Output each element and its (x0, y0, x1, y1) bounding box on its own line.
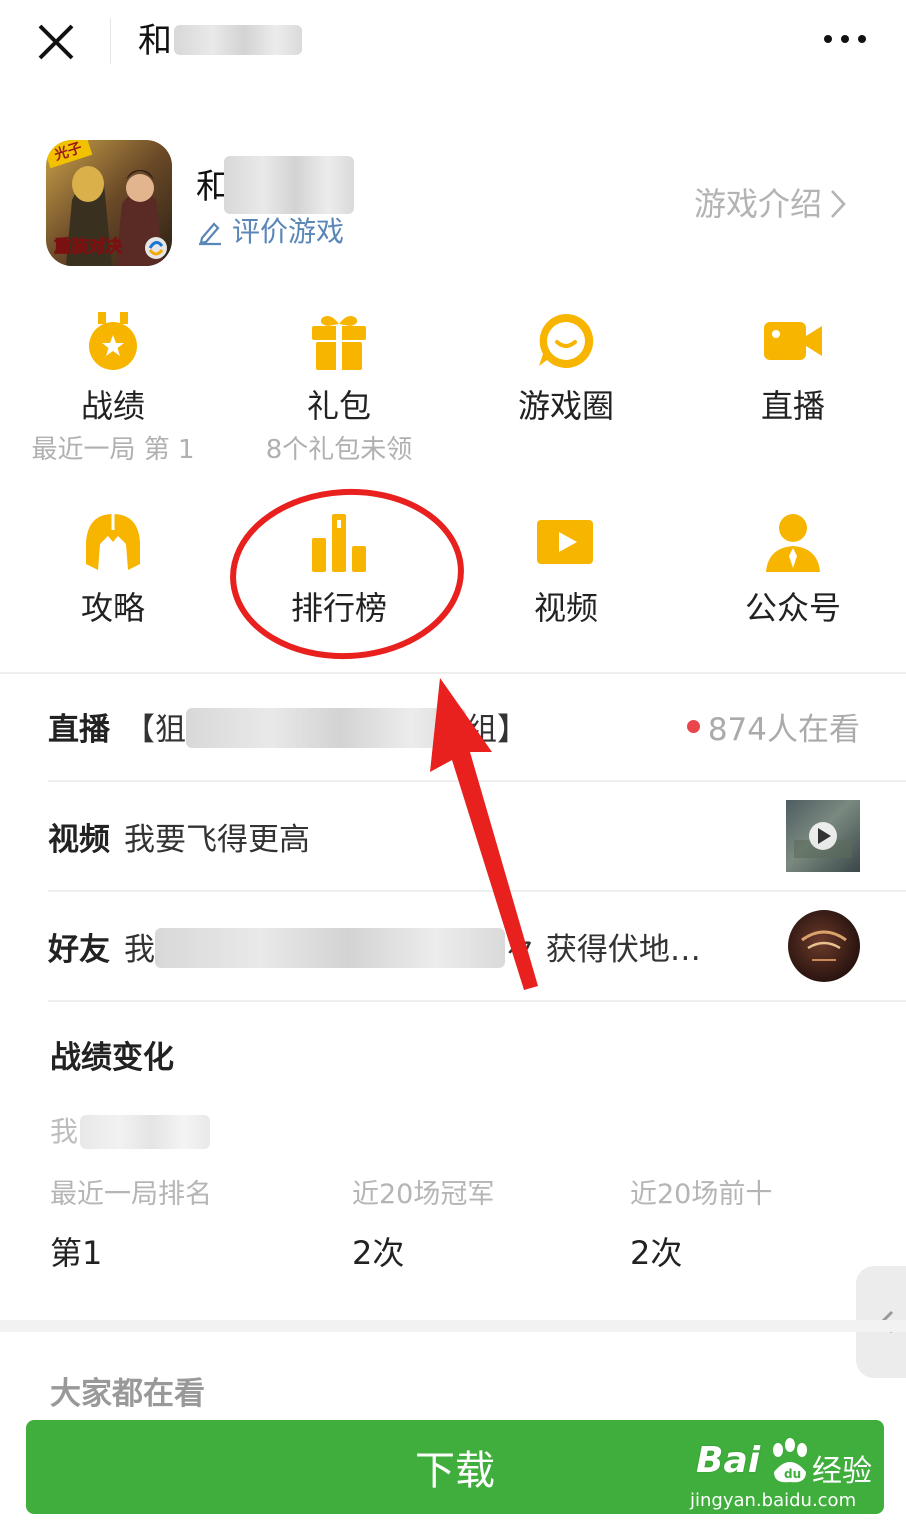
feed-text-end: 组】 (466, 711, 528, 748)
stat-label: 近20场冠军 (352, 1179, 495, 1210)
chevron-right-icon (831, 190, 846, 218)
paw-logo-icon: du (773, 1438, 807, 1483)
grid-label: 攻略 (80, 589, 145, 627)
section-gap (0, 1320, 906, 1332)
feed-row-friend[interactable]: 好友 我 々 获得伏地… (48, 892, 860, 1000)
person-icon (766, 514, 820, 572)
download-label: 下载 (415, 1449, 495, 1493)
play-icon (794, 822, 852, 858)
popular-section-title: 大家都在看 (50, 1376, 205, 1412)
game-intro-label: 游戏介绍 (693, 185, 822, 223)
row-divider (48, 1000, 906, 1002)
blurred-text (186, 707, 466, 748)
bar-chart-icon (312, 514, 366, 572)
feed-tag: 直播 (48, 711, 110, 748)
feed-row-live[interactable]: 直播 【狙 组】 874人在看 (48, 672, 860, 780)
record-section-title: 战绩变化 (50, 1040, 174, 1076)
avatar[interactable] (788, 910, 860, 982)
game-header: 光子 重装对决 和 评价游戏 游戏介绍 (0, 120, 906, 290)
rate-game-link[interactable]: 评价游戏 (196, 212, 344, 252)
live-dot-icon (686, 719, 700, 733)
play-icon (537, 520, 593, 564)
more-dots-icon (824, 35, 866, 43)
feed-tag: 好友 (48, 931, 110, 968)
feed-tag: 视频 (48, 821, 110, 858)
feed-text: 我要飞得更高 (124, 821, 310, 858)
more-button[interactable] (818, 24, 872, 54)
pencil-icon (199, 222, 221, 246)
grid-label: 战绩 (80, 387, 145, 425)
grid-sublabel: 8个礼包未领 (265, 435, 413, 465)
grid-item-zhanji[interactable]: 战绩 最近一局 第 1 (0, 310, 226, 468)
stat-last-rank: 最近一局排名 第1 (50, 1176, 212, 1276)
record-user-name: 我 (50, 1112, 211, 1152)
grid-label: 视频 (533, 589, 598, 627)
icon-label-bottom: 重装对决 (54, 236, 123, 257)
game-app-icon[interactable]: 光子 重装对决 (46, 140, 172, 266)
rate-game-label: 评价游戏 (232, 215, 345, 248)
grid-label: 游戏圈 (517, 387, 614, 425)
chat-bubble-icon (539, 313, 594, 368)
grid-item-zhibo[interactable]: 直播 (680, 310, 906, 428)
avatar-image (801, 930, 847, 961)
video-thumbnail[interactable] (786, 800, 860, 872)
blurred-text (80, 1115, 211, 1149)
grid-label: 直播 (760, 387, 825, 425)
feed-text: 我 々 获得伏地… (124, 924, 701, 969)
gift-icon (312, 316, 366, 370)
stat-value: 2次 (352, 1234, 405, 1272)
helmet-icon (86, 514, 140, 570)
stat-champions: 近20场冠军 2次 (352, 1176, 494, 1276)
blurred-text (174, 25, 302, 55)
page-title: 和 (138, 18, 302, 64)
grid-item-shipin[interactable]: 视频 (453, 512, 679, 630)
page-title-text: 和 (138, 21, 172, 61)
grid-label: 公众号 (744, 589, 841, 627)
viewer-count-text: 874人在看 (707, 711, 860, 748)
game-intro-link[interactable]: 游戏介绍 (694, 182, 848, 226)
watermark-brand: Bai (696, 1440, 761, 1481)
baidu-watermark: Bai du 经验 jingyan.baidu.com (690, 1432, 890, 1512)
feed-text: 【狙 组】 (124, 704, 528, 749)
grid-item-youxiquan[interactable]: 游戏圈 (453, 310, 679, 428)
grid-label: 礼包 (306, 387, 371, 425)
blurred-text (224, 156, 354, 214)
grid-label: 排行榜 (290, 589, 387, 627)
game-name: 和 (196, 156, 354, 214)
close-icon (38, 24, 74, 60)
feed-row-video[interactable]: 视频 我要飞得更高 (48, 782, 860, 890)
stat-label: 最近一局排名 (50, 1179, 212, 1210)
game-artwork: 光子 重装对决 (46, 140, 172, 266)
top-nav-bar: 和 (0, 0, 906, 82)
close-button[interactable] (32, 18, 80, 66)
medal-icon (89, 312, 137, 370)
stat-value: 2次 (630, 1234, 683, 1272)
grid-item-libao[interactable]: 礼包 8个礼包未领 (226, 310, 452, 468)
stat-label: 近20场前十 (630, 1179, 773, 1210)
watermark-url: jingyan.baidu.com (690, 1490, 857, 1511)
grid-item-gongzhonghao[interactable]: 公众号 (680, 512, 906, 630)
stat-value: 第1 (50, 1234, 103, 1272)
blurred-text (155, 927, 505, 968)
grid-item-paihangbang[interactable]: 排行榜 (226, 512, 452, 630)
svg-text:du: du (784, 1467, 801, 1481)
title-separator (110, 18, 111, 64)
feed-text-end: 々 获得伏地… (505, 931, 701, 968)
feed-text-start: 【狙 (124, 711, 186, 748)
watermark-product: 经验 (812, 1454, 872, 1489)
grid-item-gonglue[interactable]: 攻略 (0, 512, 226, 630)
stat-top-ten: 近20场前十 2次 (630, 1176, 772, 1276)
grid-sublabel: 最近一局 第 1 (31, 435, 195, 465)
video-camera-icon (764, 322, 822, 360)
record-user-text: 我 (50, 1115, 79, 1148)
feed-text-start: 我 (124, 931, 155, 968)
live-viewer-count: 874人在看 (686, 704, 860, 749)
